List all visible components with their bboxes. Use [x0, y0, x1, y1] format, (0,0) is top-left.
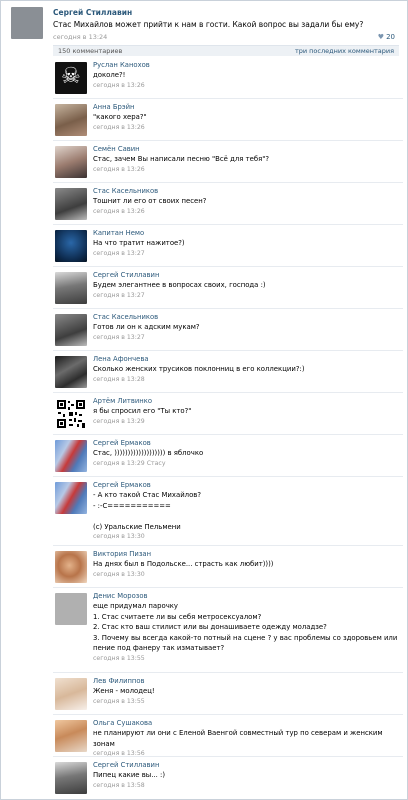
- comment-date[interactable]: сегодня в 13:26: [93, 123, 403, 133]
- comments-bar: 150 комментариев три последних комментар…: [53, 45, 399, 56]
- comment: Сергей Ермаков - А кто такой Стас Михайл…: [53, 477, 403, 546]
- comment-text: Готов ли он к адским мукам?: [93, 323, 200, 331]
- comment-author[interactable]: Сергей Ермаков: [93, 480, 403, 490]
- comments-count: 150 комментариев: [58, 47, 123, 55]
- commenter-avatar[interactable]: [55, 593, 87, 625]
- comment-author[interactable]: Ольга Сушакова: [93, 718, 403, 728]
- commenter-avatar[interactable]: [55, 720, 87, 752]
- comment-text: не планируют ли они с Еленой Ваенгой сов…: [93, 729, 383, 748]
- comment: Стас Касельников Тошнит ли его от своих …: [53, 183, 403, 225]
- comment-author[interactable]: Капитан Немо: [93, 228, 403, 238]
- comment-date[interactable]: сегодня в 13:27: [93, 291, 403, 301]
- comment-date[interactable]: сегодня в 13:27: [93, 333, 403, 343]
- comment-text: Пипец какие вы... :): [93, 771, 166, 779]
- comment-text: еще придумал парочку 1. Стас считаете ли…: [93, 602, 398, 652]
- comment: Сергей Стиллавин Будем элегантнее в вопр…: [53, 267, 403, 309]
- comment: Стас Касельников Готов ли он к адским му…: [53, 309, 403, 351]
- comment: Семён Савин Стас, зачем Вы написали песн…: [53, 141, 403, 183]
- comment-author[interactable]: Сергей Стиллавин: [93, 270, 403, 280]
- commenter-avatar[interactable]: [55, 482, 87, 514]
- qr-code-avatar[interactable]: [55, 398, 87, 430]
- comment-author[interactable]: Стас Касельников: [93, 312, 403, 322]
- comment-date-row: сегодня в 13:29 Стасу: [93, 459, 403, 469]
- comment-author[interactable]: Сергей Ермаков: [93, 438, 403, 448]
- comment-author[interactable]: Сергей Стиллавин: [93, 760, 403, 770]
- comment-text: Стас, ))))))))))))))))))) в яблочко: [93, 449, 204, 457]
- comment-date[interactable]: сегодня в 13:28: [93, 375, 403, 385]
- comment-text: доколе?!: [93, 71, 126, 79]
- comment-date[interactable]: сегодня в 13:55: [93, 697, 403, 707]
- wall-post-frame: Сергей Стиллавин Стас Михайлов может при…: [0, 0, 408, 800]
- commenter-avatar[interactable]: [55, 314, 87, 346]
- comment-author[interactable]: Семён Савин: [93, 144, 403, 154]
- commenter-avatar[interactable]: [55, 440, 87, 472]
- comment-text: - А кто такой Стас Михайлов? - :-С======…: [93, 491, 202, 531]
- comment-date[interactable]: сегодня в 13:30: [93, 532, 403, 542]
- comment-author[interactable]: Лев Филиппов: [93, 676, 403, 686]
- post-text: Стас Михайлов может прийти к нам в гости…: [53, 20, 364, 29]
- comment-date[interactable]: сегодня в 13:29: [93, 417, 403, 427]
- comment-text: "какого хера?": [93, 113, 147, 121]
- commenter-avatar[interactable]: [55, 188, 87, 220]
- comment-date[interactable]: сегодня в 13:26: [93, 207, 403, 217]
- comment: Анна Брэйн "какого хера?" сегодня в 13:2…: [53, 99, 403, 141]
- post-author-name[interactable]: Сергей Стиллавин: [53, 8, 132, 17]
- comment-text: Стас, зачем Вы написали песню "Всё для т…: [93, 155, 270, 163]
- post-date[interactable]: сегодня в 13:24: [53, 33, 107, 41]
- comment-author[interactable]: Стас Касельников: [93, 186, 403, 196]
- comment-author[interactable]: Лена Афончева: [93, 354, 403, 364]
- commenter-avatar[interactable]: [55, 678, 87, 710]
- commenter-avatar[interactable]: [55, 230, 87, 262]
- heart-icon: ♥: [377, 33, 385, 41]
- comment-text: Тошнит ли его от своих песен?: [93, 197, 207, 205]
- commenter-avatar[interactable]: [55, 272, 87, 304]
- comment-text: Сколько женских трусиков поклонниц в его…: [93, 365, 305, 373]
- comment-text: На что тратит нажитое?): [93, 239, 185, 247]
- comment: Ольга Сушакова не планируют ли они с Еле…: [53, 715, 403, 757]
- comment: Руслан Канохов доколе?! сегодня в 13:26: [53, 57, 403, 99]
- commenter-avatar[interactable]: [55, 146, 87, 178]
- comment: Сергей Стиллавин Пипец какие вы... :) се…: [53, 757, 403, 799]
- comment-author[interactable]: Виктория Пизан: [93, 549, 403, 559]
- comment: Артём Литвинко я бы спросил его "Ты кто?…: [53, 393, 403, 435]
- reply-to-link[interactable]: Стасу: [147, 460, 166, 467]
- comment: Сергей Ермаков Стас, )))))))))))))))))))…: [53, 435, 403, 477]
- comment: Денис Морозов еще придумал парочку 1. Ст…: [53, 588, 403, 673]
- comment-date[interactable]: сегодня в 13:55: [93, 654, 403, 664]
- post-author-avatar[interactable]: [11, 7, 43, 39]
- comment-author[interactable]: Артём Литвинко: [93, 396, 403, 406]
- comments-list: Руслан Канохов доколе?! сегодня в 13:26 …: [53, 57, 403, 799]
- commenter-avatar[interactable]: [55, 551, 87, 583]
- comment: Лена Афончева Сколько женских трусиков п…: [53, 351, 403, 393]
- skull-avatar[interactable]: [55, 62, 87, 94]
- wall-post: Сергей Стиллавин Стас Михайлов может при…: [9, 5, 399, 41]
- comment-text: Будем элегантнее в вопросах своих, госпо…: [93, 281, 266, 289]
- comment-date[interactable]: сегодня в 13:27: [93, 249, 403, 259]
- commenter-avatar[interactable]: [55, 762, 87, 794]
- comment-text: На днях был в Подольске... страсть как л…: [93, 560, 274, 568]
- comment: Виктория Пизан На днях был в Подольске..…: [53, 546, 403, 588]
- comment-author[interactable]: Руслан Канохов: [93, 60, 403, 70]
- comment-date[interactable]: сегодня в 13:58: [93, 781, 403, 791]
- like-count: 20: [386, 33, 395, 41]
- comment-date[interactable]: сегодня в 13:29: [93, 460, 145, 467]
- comment-date[interactable]: сегодня в 13:30: [93, 570, 403, 580]
- qr-code-icon: [55, 398, 87, 430]
- comment-date[interactable]: сегодня в 13:26: [93, 165, 403, 175]
- like-button[interactable]: ♥ 20: [378, 33, 395, 41]
- last-comments-link[interactable]: три последних комментария: [295, 47, 394, 55]
- comment-date[interactable]: сегодня в 13:26: [93, 81, 403, 91]
- commenter-avatar[interactable]: [55, 356, 87, 388]
- comment: Капитан Немо На что тратит нажитое?) сег…: [53, 225, 403, 267]
- commenter-avatar[interactable]: [55, 104, 87, 136]
- comment-text: Женя - молодец!: [93, 687, 155, 695]
- comment-author[interactable]: Анна Брэйн: [93, 102, 403, 112]
- comment: Лев Филиппов Женя - молодец! сегодня в 1…: [53, 673, 403, 715]
- comment-text: я бы спросил его "Ты кто?": [93, 407, 192, 415]
- comment-author[interactable]: Денис Морозов: [93, 591, 403, 601]
